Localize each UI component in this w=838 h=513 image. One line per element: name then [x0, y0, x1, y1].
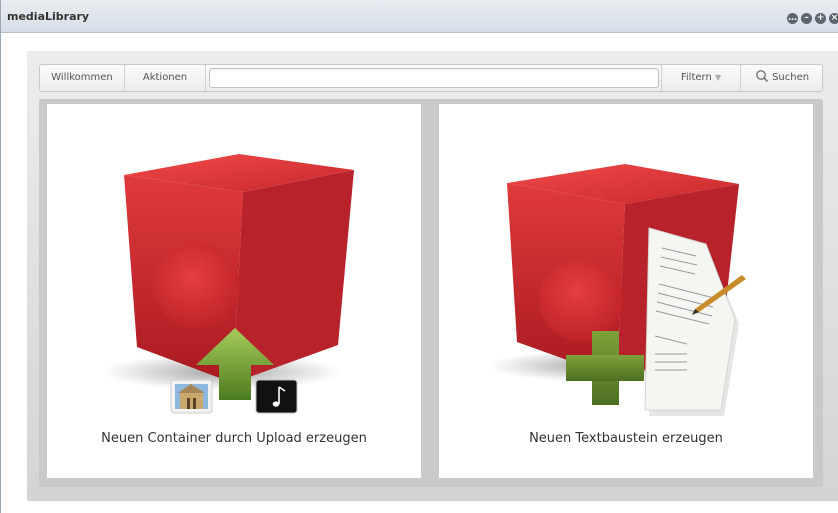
media-library-window: mediaLibrary … – + × Willkommen Aktionen… — [0, 0, 838, 513]
close-icon[interactable]: × — [829, 13, 838, 24]
music-note-icon — [255, 379, 298, 414]
chevron-down-icon: ▼ — [714, 73, 722, 82]
window-title: mediaLibrary — [7, 10, 90, 23]
text-module-illustration — [489, 164, 746, 416]
maximize-icon[interactable]: + — [815, 13, 826, 24]
search-label: Suchen — [772, 72, 810, 83]
actions-button[interactable]: Aktionen — [125, 65, 205, 91]
content-area: Neuen Container durch Upload erzeugen Ne… — [39, 99, 823, 487]
text-module-card[interactable]: Neuen Textbaustein erzeugen — [439, 104, 813, 478]
more-options-icon[interactable]: … — [787, 13, 798, 24]
title-bar[interactable]: mediaLibrary … – + × — [1, 0, 838, 33]
welcome-button[interactable]: Willkommen — [40, 65, 124, 91]
toolbar: Willkommen Aktionen Filtern ▼ Suchen — [39, 64, 823, 92]
minimize-icon[interactable]: – — [801, 13, 812, 24]
filter-label: Filtern — [680, 72, 712, 83]
upload-container-card[interactable]: Neuen Container durch Upload erzeugen — [47, 104, 421, 478]
card-label: Neuen Textbaustein erzeugen — [529, 431, 723, 446]
search-icon — [755, 70, 768, 83]
image-thumbnail-icon — [170, 379, 213, 414]
upload-illustration — [102, 154, 354, 414]
search-input[interactable] — [209, 68, 659, 88]
search-button[interactable]: Suchen — [741, 65, 823, 91]
filter-button[interactable]: Filtern ▼ — [662, 65, 740, 91]
card-label: Neuen Container durch Upload erzeugen — [101, 431, 367, 446]
toolbar-divider — [205, 65, 206, 91]
